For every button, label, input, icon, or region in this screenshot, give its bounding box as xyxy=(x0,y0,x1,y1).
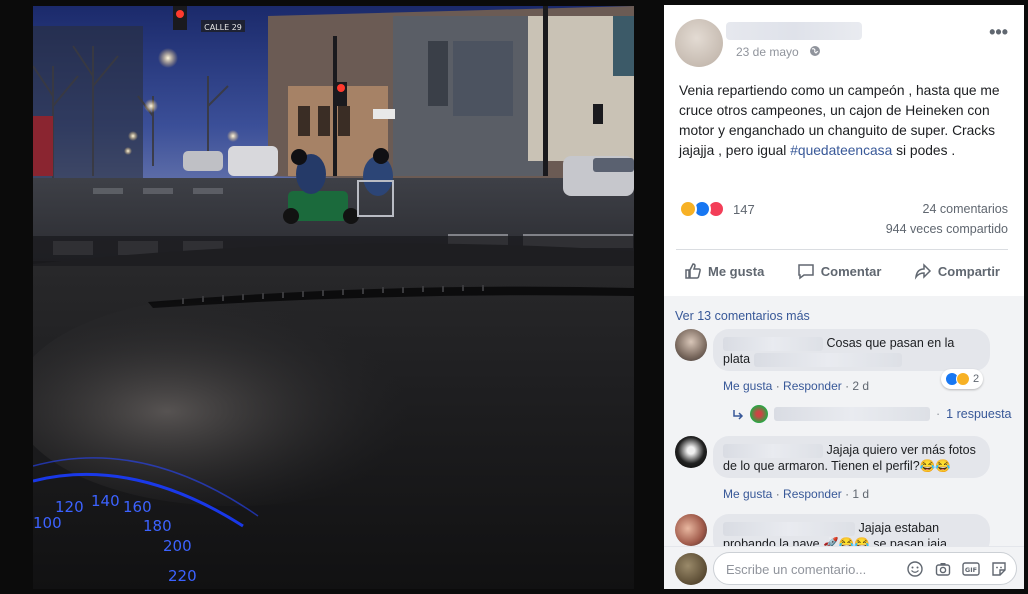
comment-reaction-count: 2 xyxy=(973,373,980,385)
comments-count[interactable]: 24 comentarios xyxy=(923,202,1008,216)
comment-composer: Escribe un comentario... GIF xyxy=(664,546,1024,589)
comment-input[interactable]: Escribe un comentario... GIF xyxy=(713,552,1017,585)
replies-link[interactable]: · 1 respuesta xyxy=(732,405,1012,423)
commenter-name-blurred[interactable] xyxy=(723,521,855,536)
reactions-summary[interactable]: 147 xyxy=(679,199,755,219)
comment-button[interactable]: Comentar xyxy=(789,262,890,280)
separator-dot: · xyxy=(936,407,941,421)
speedo-tick: 220 xyxy=(168,567,197,585)
commenter-avatar[interactable] xyxy=(675,514,707,546)
more-options-button[interactable]: ••• xyxy=(989,22,1008,43)
globe-icon[interactable] xyxy=(809,45,821,57)
share-icon xyxy=(914,263,931,280)
haha-reaction-icon xyxy=(956,372,970,386)
reply-arrow-icon xyxy=(733,410,744,420)
post-photo[interactable]: CALLE 29 100 120 140 160 180 200 220 xyxy=(33,6,634,589)
comments-section: Ver 13 comentarios más Cosas que pasan e… xyxy=(664,296,1024,546)
speedo-tick: 160 xyxy=(123,498,152,516)
comment-time[interactable]: 2 d xyxy=(852,379,869,393)
commenter-avatar[interactable] xyxy=(675,329,707,361)
comment-label: Comentar xyxy=(820,263,882,279)
like-button[interactable]: Me gusta xyxy=(676,262,772,280)
svg-text:GIF: GIF xyxy=(965,566,977,574)
replies-count: 1 respuesta xyxy=(946,407,1012,421)
comment-reply-link[interactable]: Responder xyxy=(783,487,842,501)
comment-text: Jajaja estaban xyxy=(858,521,940,535)
haha-reaction-icon xyxy=(679,200,697,218)
reaction-count[interactable]: 147 xyxy=(733,202,755,217)
emoji-icon[interactable] xyxy=(906,560,924,578)
divider xyxy=(676,249,1008,250)
speedo-tick: 100 xyxy=(33,514,62,532)
post-text: Venia repartiendo como un campeón , hast… xyxy=(679,81,1011,161)
post-text-tail: si podes . xyxy=(892,143,956,158)
author-avatar[interactable] xyxy=(675,19,723,67)
comment-like-link[interactable]: Me gusta xyxy=(723,487,772,501)
speedo-tick: 200 xyxy=(163,537,192,555)
commenter-name-blurred[interactable] xyxy=(723,336,823,351)
commenter-avatar[interactable] xyxy=(675,436,707,468)
commenter-name-blurred[interactable] xyxy=(723,443,823,458)
comment-text: probando la nave 🚀😂😂 se pasan jaja xyxy=(723,537,947,546)
shares-count[interactable]: 944 veces compartido xyxy=(886,222,1008,236)
replier-avatar xyxy=(750,405,768,423)
gif-icon[interactable]: GIF xyxy=(962,560,980,578)
comment-time[interactable]: 1 d xyxy=(852,487,869,501)
comment-placeholder: Escribe un comentario... xyxy=(726,562,867,577)
comment-emoji: 😂😂 xyxy=(919,459,951,473)
comment-text: de lo que armaron. Tienen el perfil? xyxy=(723,459,920,473)
comment-reactions[interactable]: 2 xyxy=(941,369,984,389)
speedo-tick: 120 xyxy=(55,498,84,516)
comment-text: Jajaja quiero ver más fotos xyxy=(826,443,976,457)
like-label: Me gusta xyxy=(708,263,765,279)
comment-icon xyxy=(798,264,814,280)
camera-icon[interactable] xyxy=(934,560,952,578)
comment-actions: Me gusta · Responder · 1 d xyxy=(723,487,870,501)
replier-name-blurred xyxy=(774,407,930,421)
hashtag-link[interactable]: #quedateencasa xyxy=(790,143,892,158)
comment-bubble: Cosas que pasan en la plata xyxy=(713,329,990,371)
post-date[interactable]: 23 de mayo xyxy=(736,45,799,59)
comment-reply-link[interactable]: Responder xyxy=(783,379,842,393)
author-name-blurred[interactable] xyxy=(726,22,862,40)
comment-actions: Me gusta · Responder · 2 d xyxy=(723,379,870,393)
post-panel: 23 de mayo ••• Venia repartiendo como un… xyxy=(664,5,1024,589)
post-actions: Me gusta Comentar Compartir xyxy=(676,254,1008,288)
comment-text: Cosas que pasan en la xyxy=(826,336,955,350)
comment-bubble: Jajaja estaban probando la nave 🚀😂😂 se p… xyxy=(713,514,990,546)
share-label: Compartir xyxy=(937,263,1000,279)
composer-icons: GIF xyxy=(906,560,1008,578)
view-more-comments-link[interactable]: Ver 13 comentarios más xyxy=(675,309,810,323)
sticker-icon[interactable] xyxy=(990,560,1008,578)
share-button[interactable]: Compartir xyxy=(906,262,1008,280)
photo-scene: CALLE 29 100 120 140 160 180 200 220 xyxy=(33,6,634,589)
comment-bubble: Jajaja quiero ver más fotos de lo que ar… xyxy=(713,436,990,478)
street-sign: CALLE 29 xyxy=(204,23,242,32)
speedo-tick: 140 xyxy=(91,492,120,510)
current-user-avatar xyxy=(675,553,707,585)
comment-like-link[interactable]: Me gusta xyxy=(723,379,772,393)
comment-text: plata xyxy=(723,352,751,366)
speedo-tick: 180 xyxy=(143,517,172,535)
mention-blurred[interactable] xyxy=(753,352,902,367)
thumbs-up-icon xyxy=(685,263,701,279)
